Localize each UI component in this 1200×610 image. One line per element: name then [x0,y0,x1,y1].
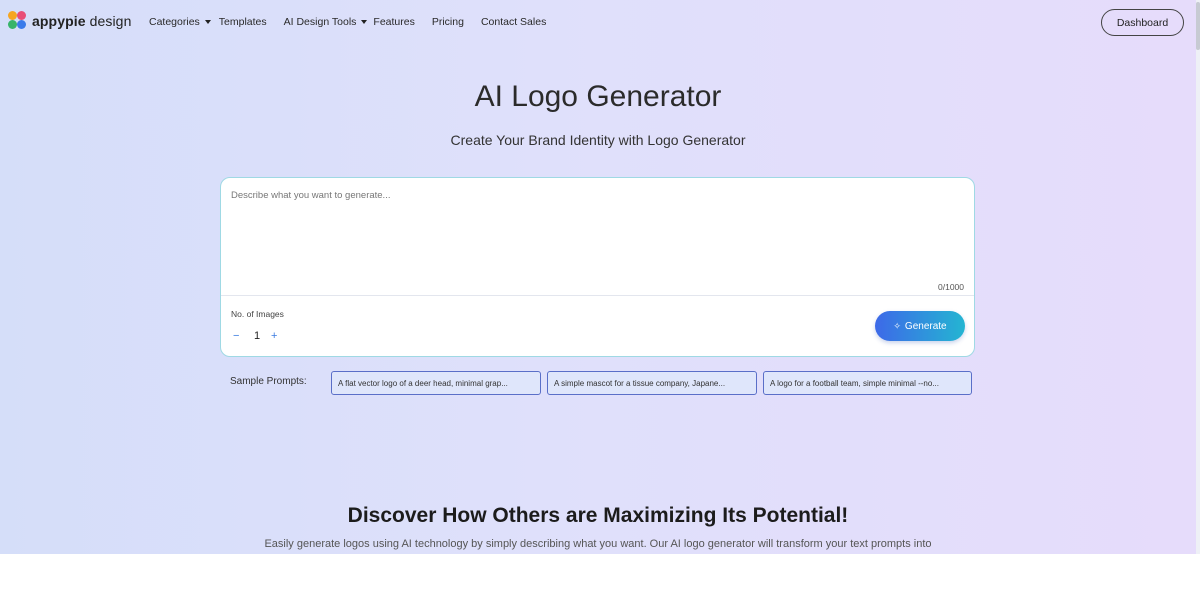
nav-templates-label: Templates [218,16,267,28]
main-nav: Categories Templates AI Design Tools Fea… [149,16,546,28]
nav-ai-design-tools-label: AI Design Tools [283,16,357,28]
generator-card: 0/1000 No. of Images − 1 + ✧ Generate [220,177,975,357]
generate-button-label: Generate [904,320,947,332]
nav-features-label: Features [373,16,415,28]
images-stepper: − 1 + [233,330,281,342]
section-heading: Discover How Others are Maximizing Its P… [347,504,849,527]
sample-prompt-chip[interactable]: A flat vector logo of a deer head, minim… [331,371,541,395]
nav-contact-sales-label: Contact Sales [480,16,547,28]
images-count-value: 1 [253,330,261,342]
scrollbar-thumb[interactable] [1196,2,1200,50]
site-header: appypie design Categories Templates AI D… [0,0,1200,44]
nav-templates[interactable]: Templates [219,16,267,28]
page-subtitle: Create Your Brand Identity with Logo Gen… [450,132,746,148]
generate-button[interactable]: ✧ Generate [875,311,965,341]
section-description: Easily generate logos using AI technolog… [264,538,932,550]
nav-categories-label: Categories [149,16,200,28]
prompt-area: 0/1000 [221,178,974,295]
nav-pricing-label: Pricing [431,16,464,28]
nav-ai-design-tools[interactable]: AI Design Tools [284,16,368,28]
card-divider [221,295,974,296]
increment-button[interactable]: + [271,330,281,342]
nav-categories[interactable]: Categories [149,16,211,28]
page-viewport: appypie design Categories Templates AI D… [0,0,1200,554]
nav-pricing[interactable]: Pricing [432,16,464,28]
sparkle-icon: ✧ [893,320,901,331]
sample-prompt-chip[interactable]: A logo for a football team, simple minim… [763,371,972,395]
dashboard-button[interactable]: Dashboard [1101,9,1184,36]
decrement-button[interactable]: − [233,330,243,342]
below-viewport-area [0,554,1200,610]
sample-prompts-label: Sample Prompts: [230,376,307,387]
prompt-input[interactable] [231,190,961,280]
brand-name-bold: appypie [32,13,86,29]
nav-features[interactable]: Features [373,16,414,28]
chevron-down-icon [361,20,368,24]
brand-logo[interactable]: appypie design [8,11,131,31]
chevron-down-icon [204,20,211,24]
vertical-scrollbar[interactable] [1196,0,1200,554]
appypie-logo-icon [8,11,28,31]
char-counter: 0/1000 [938,282,964,292]
sample-prompt-chip[interactable]: A simple mascot for a tissue company, Ja… [547,371,757,395]
page-title: AI Logo Generator [474,80,722,113]
images-count-label: No. of Images [231,309,284,319]
brand-name-light: design [85,13,132,29]
brand-name: appypie design [32,13,131,29]
nav-contact-sales[interactable]: Contact Sales [481,16,546,28]
